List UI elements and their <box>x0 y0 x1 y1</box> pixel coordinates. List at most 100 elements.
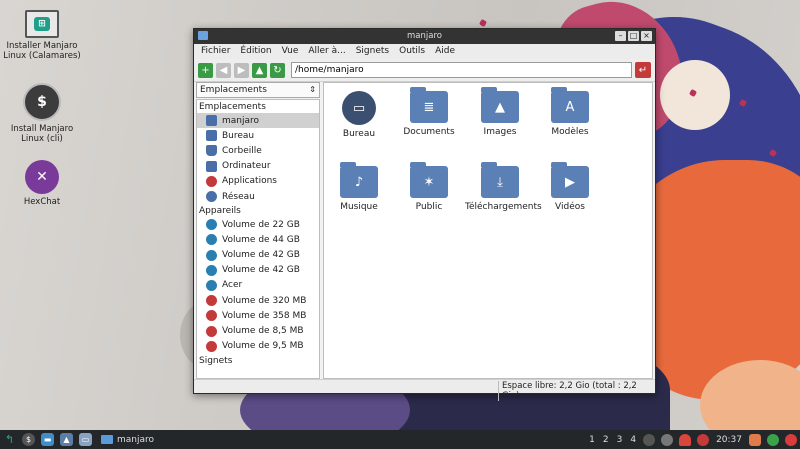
sidebar-item-device[interactable]: Volume de 42 GB <box>197 263 319 278</box>
sidebar-item-label: Acer <box>222 280 243 291</box>
window-title: manjaro <box>407 31 442 41</box>
usb-tray-icon[interactable] <box>697 433 710 446</box>
screenshot-launcher[interactable]: ▭ <box>79 433 92 446</box>
sidebar-mode-select[interactable]: Emplacements ⇕ <box>196 82 320 98</box>
sidebar-item-device[interactable]: Volume de 8,5 MB <box>197 323 319 338</box>
close-button[interactable]: × <box>641 31 652 41</box>
hexchat-icon: ✕ <box>25 160 59 194</box>
sidebar-section-bookmarks: Signets <box>199 355 233 366</box>
sidebar-item-device[interactable]: Volume de 44 GB <box>197 232 319 247</box>
menu-aller-a[interactable]: Aller à... <box>303 44 350 59</box>
folder-videos[interactable]: ▶ Vidéos <box>535 162 605 212</box>
sidebar-item-device[interactable]: Volume de 22 GB <box>197 217 319 232</box>
sidebar-item-label: Volume de 42 GB <box>222 265 300 276</box>
sidebar-item-applications[interactable]: Applications <box>197 174 319 189</box>
sidebar-item-device[interactable]: Volume de 42 GB <box>197 248 319 263</box>
sidebar-item-label: Volume de 22 GB <box>222 219 300 230</box>
menu-aide[interactable]: Aide <box>430 44 460 59</box>
monitor-icon: ▭ <box>81 435 90 444</box>
folder-public[interactable]: ✶ Public <box>394 162 464 212</box>
folder-view: ▭ Bureau ≣ Documents ▲ Images A Modèles … <box>323 82 653 379</box>
images-icon: ▲ <box>481 87 519 123</box>
reload-button[interactable]: ↻ <box>270 62 285 78</box>
file-manager-launcher[interactable]: ▬ <box>41 433 54 446</box>
sidebar-item-label: Corbeille <box>222 145 262 156</box>
usb-icon <box>206 325 217 337</box>
system-tray: 1 2 3 4 20:37 <box>585 433 800 446</box>
new-tab-button[interactable]: + <box>198 62 213 78</box>
sidebar-item-device[interactable]: Volume de 320 MB <box>197 293 319 308</box>
workspace-3[interactable]: 3 <box>613 435 627 445</box>
sidebar-mode-value: Emplacements <box>200 85 267 95</box>
desktop-icon-installer-cli[interactable]: $ Install Manjaro Linux (cli) <box>0 83 84 144</box>
sidebar-item-label: manjaro <box>222 115 260 126</box>
desktop-icon <box>206 130 217 142</box>
folder-modeles[interactable]: A Modèles <box>535 87 605 137</box>
desktop-icon-installer-calamares[interactable]: ⊞ Installer Manjaro Linux (Calamares) <box>0 10 84 61</box>
power-icon[interactable] <box>785 433 797 446</box>
folder-documents[interactable]: ≣ Documents <box>394 87 464 137</box>
refresh-icon: ↻ <box>273 64 282 76</box>
workspace-1[interactable]: 1 <box>585 435 599 445</box>
sidebar-item-bureau[interactable]: Bureau <box>197 128 319 143</box>
minimize-button[interactable]: – <box>615 31 626 41</box>
path-input[interactable] <box>291 62 632 78</box>
sidebar-item-label: Ordinateur <box>222 161 271 172</box>
start-menu-button[interactable]: ↰ <box>3 433 16 446</box>
folder-bureau[interactable]: ▭ Bureau <box>324 91 394 139</box>
clock[interactable]: 20:37 <box>712 435 746 445</box>
trash-icon <box>206 145 217 157</box>
workspace-4[interactable]: 4 <box>626 435 640 445</box>
installer-icon: ⊞ <box>25 10 59 38</box>
sidebar-item-device[interactable]: Volume de 9,5 MB <box>197 339 319 354</box>
sidebar-item-device[interactable]: Acer <box>197 278 319 293</box>
network-icon <box>206 191 217 203</box>
terminal-launcher[interactable]: $ <box>22 433 35 446</box>
menu-fichier[interactable]: Fichier <box>196 44 235 59</box>
refresh-icon[interactable] <box>767 433 779 446</box>
toolbar: + ◀ ▶ ▲ ↻ ↵ <box>194 59 655 82</box>
network-tray-icon[interactable] <box>643 433 656 446</box>
workspace-2[interactable]: 2 <box>599 435 613 445</box>
desktop-icon-label: Installer Manjaro Linux (Calamares) <box>3 41 81 61</box>
disk-icon <box>206 279 217 291</box>
sidebar-item-reseau[interactable]: Réseau <box>197 189 319 204</box>
window-titlebar[interactable]: manjaro – □ × <box>194 29 655 44</box>
download-icon: ⤓ <box>481 162 519 198</box>
sidebar-item-manjaro[interactable]: manjaro <box>197 113 319 129</box>
image-viewer-launcher[interactable]: ▲ <box>60 433 73 446</box>
folder-icon <box>101 435 113 444</box>
folder-images[interactable]: ▲ Images <box>465 87 535 137</box>
go-button[interactable]: ↵ <box>635 62 651 78</box>
volume-icon[interactable] <box>749 433 761 446</box>
sidebar-item-label: Volume de 358 MB <box>222 310 307 321</box>
menu-signets[interactable]: Signets <box>351 44 394 59</box>
ghost-tray-icon[interactable] <box>679 433 692 446</box>
parent-folder-button[interactable]: ▲ <box>252 62 267 78</box>
usb-icon <box>206 310 217 322</box>
folder-musique[interactable]: ♪ Musique <box>324 162 394 212</box>
disk-icon <box>206 219 217 231</box>
sidebar-item-ordinateur[interactable]: Ordinateur <box>197 159 319 174</box>
menu-edition[interactable]: Édition <box>235 44 276 59</box>
menu-outils[interactable]: Outils <box>394 44 430 59</box>
taskbar: ↰ $ ▬ ▲ ▭ manjaro 1 2 3 4 20:37 <box>0 430 800 449</box>
sidebar-item-label: Volume de 320 MB <box>222 295 307 306</box>
desktop-icon: ▭ <box>342 91 376 125</box>
sidebar-item-device[interactable]: Volume de 358 MB <box>197 308 319 323</box>
status-bar: Espace libre: 2,2 Gio (total : 2,2 Gio) <box>194 379 655 401</box>
folder-label: Vidéos <box>555 202 585 212</box>
back-button[interactable]: ◀ <box>216 62 231 78</box>
folder-telechargements[interactable]: ⤓ Téléchargements <box>465 162 542 212</box>
folder-label: Musique <box>340 202 378 212</box>
forward-button[interactable]: ▶ <box>234 62 249 78</box>
go-arrow-icon: ↵ <box>638 64 648 76</box>
disk-icon <box>206 264 217 276</box>
sidebar-item-corbeille[interactable]: Corbeille <box>197 143 319 158</box>
taskbar-window-manjaro[interactable]: manjaro <box>101 435 154 445</box>
update-tray-icon[interactable] <box>661 433 674 446</box>
folder-label: Public <box>415 202 443 212</box>
maximize-button[interactable]: □ <box>628 31 639 41</box>
desktop-icon-hexchat[interactable]: ✕ HexChat <box>0 160 84 207</box>
menu-vue[interactable]: Vue <box>277 44 304 59</box>
